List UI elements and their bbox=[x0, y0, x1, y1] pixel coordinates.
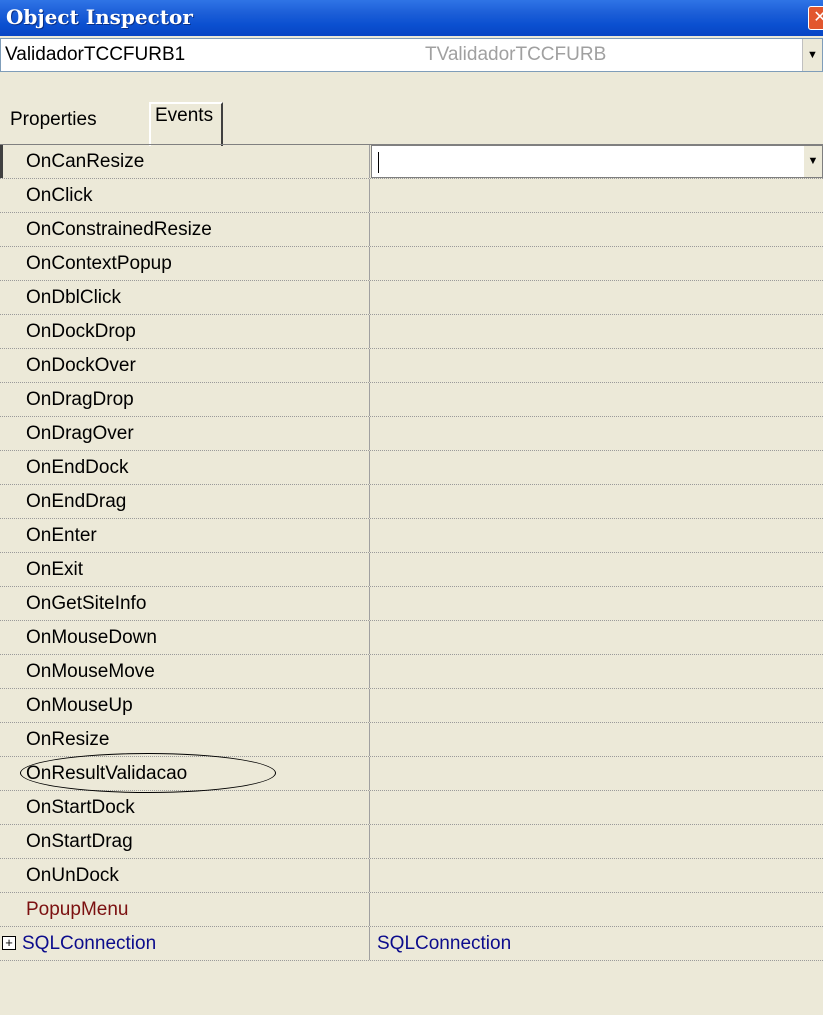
event-name: OnUnDock bbox=[0, 859, 370, 892]
event-row-onstartdrag[interactable]: OnStartDrag bbox=[0, 825, 823, 859]
event-name: OnEndDrag bbox=[0, 485, 370, 518]
event-value[interactable] bbox=[371, 485, 823, 518]
event-value[interactable] bbox=[371, 791, 823, 824]
event-row-onresize[interactable]: OnResize bbox=[0, 723, 823, 757]
event-row-ondblclick[interactable]: OnDblClick bbox=[0, 281, 823, 315]
event-value[interactable] bbox=[371, 417, 823, 450]
event-name: OnDragOver bbox=[0, 417, 370, 450]
event-name: OnClick bbox=[0, 179, 370, 212]
event-value[interactable] bbox=[371, 179, 823, 212]
tab-bar: Properties Events bbox=[0, 74, 823, 146]
tab-properties[interactable]: Properties bbox=[10, 109, 97, 131]
event-row-ongetsiteinfo[interactable]: OnGetSiteInfo bbox=[0, 587, 823, 621]
event-name: OnStartDock bbox=[0, 791, 370, 824]
event-row-onmousedown[interactable]: OnMouseDown bbox=[0, 621, 823, 655]
event-value[interactable] bbox=[371, 723, 823, 756]
event-value[interactable] bbox=[371, 383, 823, 416]
chevron-down-icon[interactable]: ▼ bbox=[804, 146, 822, 177]
event-row-oncontextpopup[interactable]: OnContextPopup bbox=[0, 247, 823, 281]
event-row-onmouseup[interactable]: OnMouseUp bbox=[0, 689, 823, 723]
property-value[interactable]: SQLConnection bbox=[371, 927, 823, 960]
event-value[interactable] bbox=[371, 621, 823, 654]
event-value[interactable] bbox=[371, 825, 823, 858]
event-row-ondockdrop[interactable]: OnDockDrop bbox=[0, 315, 823, 349]
event-name: OnEnter bbox=[0, 519, 370, 552]
event-name: OnConstrainedResize bbox=[0, 213, 370, 246]
event-name: OnEndDock bbox=[0, 451, 370, 484]
event-value[interactable] bbox=[371, 859, 823, 892]
event-row-ondockover[interactable]: OnDockOver bbox=[0, 349, 823, 383]
event-name: OnDockDrop bbox=[0, 315, 370, 348]
event-row-onexit[interactable]: OnExit bbox=[0, 553, 823, 587]
event-name: OnGetSiteInfo bbox=[0, 587, 370, 620]
event-value[interactable] bbox=[371, 519, 823, 552]
event-name: OnMouseDown bbox=[0, 621, 370, 654]
event-row-onresultvalidacao[interactable]: OnResultValidacao bbox=[0, 753, 823, 793]
event-name: OnDockOver bbox=[0, 349, 370, 382]
event-name: OnMouseUp bbox=[0, 689, 370, 722]
event-name: OnDblClick bbox=[0, 281, 370, 314]
event-row-onstartdock[interactable]: OnStartDock bbox=[0, 791, 823, 825]
event-row-ondragdrop[interactable]: OnDragDrop bbox=[0, 383, 823, 417]
event-row-onmousemove[interactable]: OnMouseMove bbox=[0, 655, 823, 689]
tab-events[interactable]: Events bbox=[149, 102, 224, 146]
event-name: OnExit bbox=[0, 553, 370, 586]
window-title: Object Inspector bbox=[6, 5, 193, 29]
text-caret bbox=[378, 152, 379, 173]
object-name: ValidadorTCCFURB1 bbox=[5, 44, 186, 65]
property-row-popupmenu[interactable]: PopupMenu bbox=[0, 893, 823, 927]
property-row-sqlconnection[interactable]: + SQLConnection SQLConnection bbox=[0, 927, 823, 961]
event-value[interactable] bbox=[371, 553, 823, 586]
event-value-editor[interactable]: ▼ bbox=[371, 145, 823, 178]
event-row-oncanresize[interactable]: OnCanResize ▼ bbox=[0, 145, 823, 179]
events-grid: OnCanResize ▼ OnClick OnConstrainedResiz… bbox=[0, 144, 823, 961]
event-value[interactable] bbox=[371, 451, 823, 484]
event-value[interactable] bbox=[371, 689, 823, 722]
event-value[interactable] bbox=[371, 281, 823, 314]
chevron-down-icon[interactable]: ▼ bbox=[802, 39, 822, 71]
event-row-onconstrainedresize[interactable]: OnConstrainedResize bbox=[0, 213, 823, 247]
event-value[interactable] bbox=[371, 315, 823, 348]
event-row-onenddock[interactable]: OnEndDock bbox=[0, 451, 823, 485]
event-name: OnCanResize bbox=[0, 145, 370, 178]
event-value[interactable] bbox=[371, 349, 823, 382]
event-row-ondragover[interactable]: OnDragOver bbox=[0, 417, 823, 451]
title-bar: Object Inspector ✕ bbox=[0, 0, 823, 36]
event-value[interactable] bbox=[371, 757, 823, 790]
event-name: OnDragDrop bbox=[0, 383, 370, 416]
event-value[interactable] bbox=[371, 655, 823, 688]
event-value[interactable] bbox=[371, 247, 823, 280]
event-name: OnStartDrag bbox=[0, 825, 370, 858]
event-row-onclick[interactable]: OnClick bbox=[0, 179, 823, 213]
object-selector[interactable]: ValidadorTCCFURB1 TValidadorTCCFURB ▼ bbox=[0, 38, 823, 72]
property-name: PopupMenu bbox=[0, 893, 370, 926]
property-value[interactable] bbox=[371, 893, 823, 926]
event-name: OnMouseMove bbox=[0, 655, 370, 688]
event-row-onenter[interactable]: OnEnter bbox=[0, 519, 823, 553]
event-value[interactable] bbox=[371, 213, 823, 246]
event-name: OnContextPopup bbox=[0, 247, 370, 280]
close-button[interactable]: ✕ bbox=[808, 6, 823, 30]
event-name: OnResultValidacao bbox=[0, 757, 370, 790]
object-type: TValidadorTCCFURB bbox=[425, 44, 607, 65]
event-row-onenddrag[interactable]: OnEndDrag bbox=[0, 485, 823, 519]
event-name: OnResize bbox=[0, 723, 370, 756]
event-row-onundock[interactable]: OnUnDock bbox=[0, 859, 823, 893]
property-name: SQLConnection bbox=[0, 927, 370, 960]
event-value[interactable] bbox=[371, 587, 823, 620]
